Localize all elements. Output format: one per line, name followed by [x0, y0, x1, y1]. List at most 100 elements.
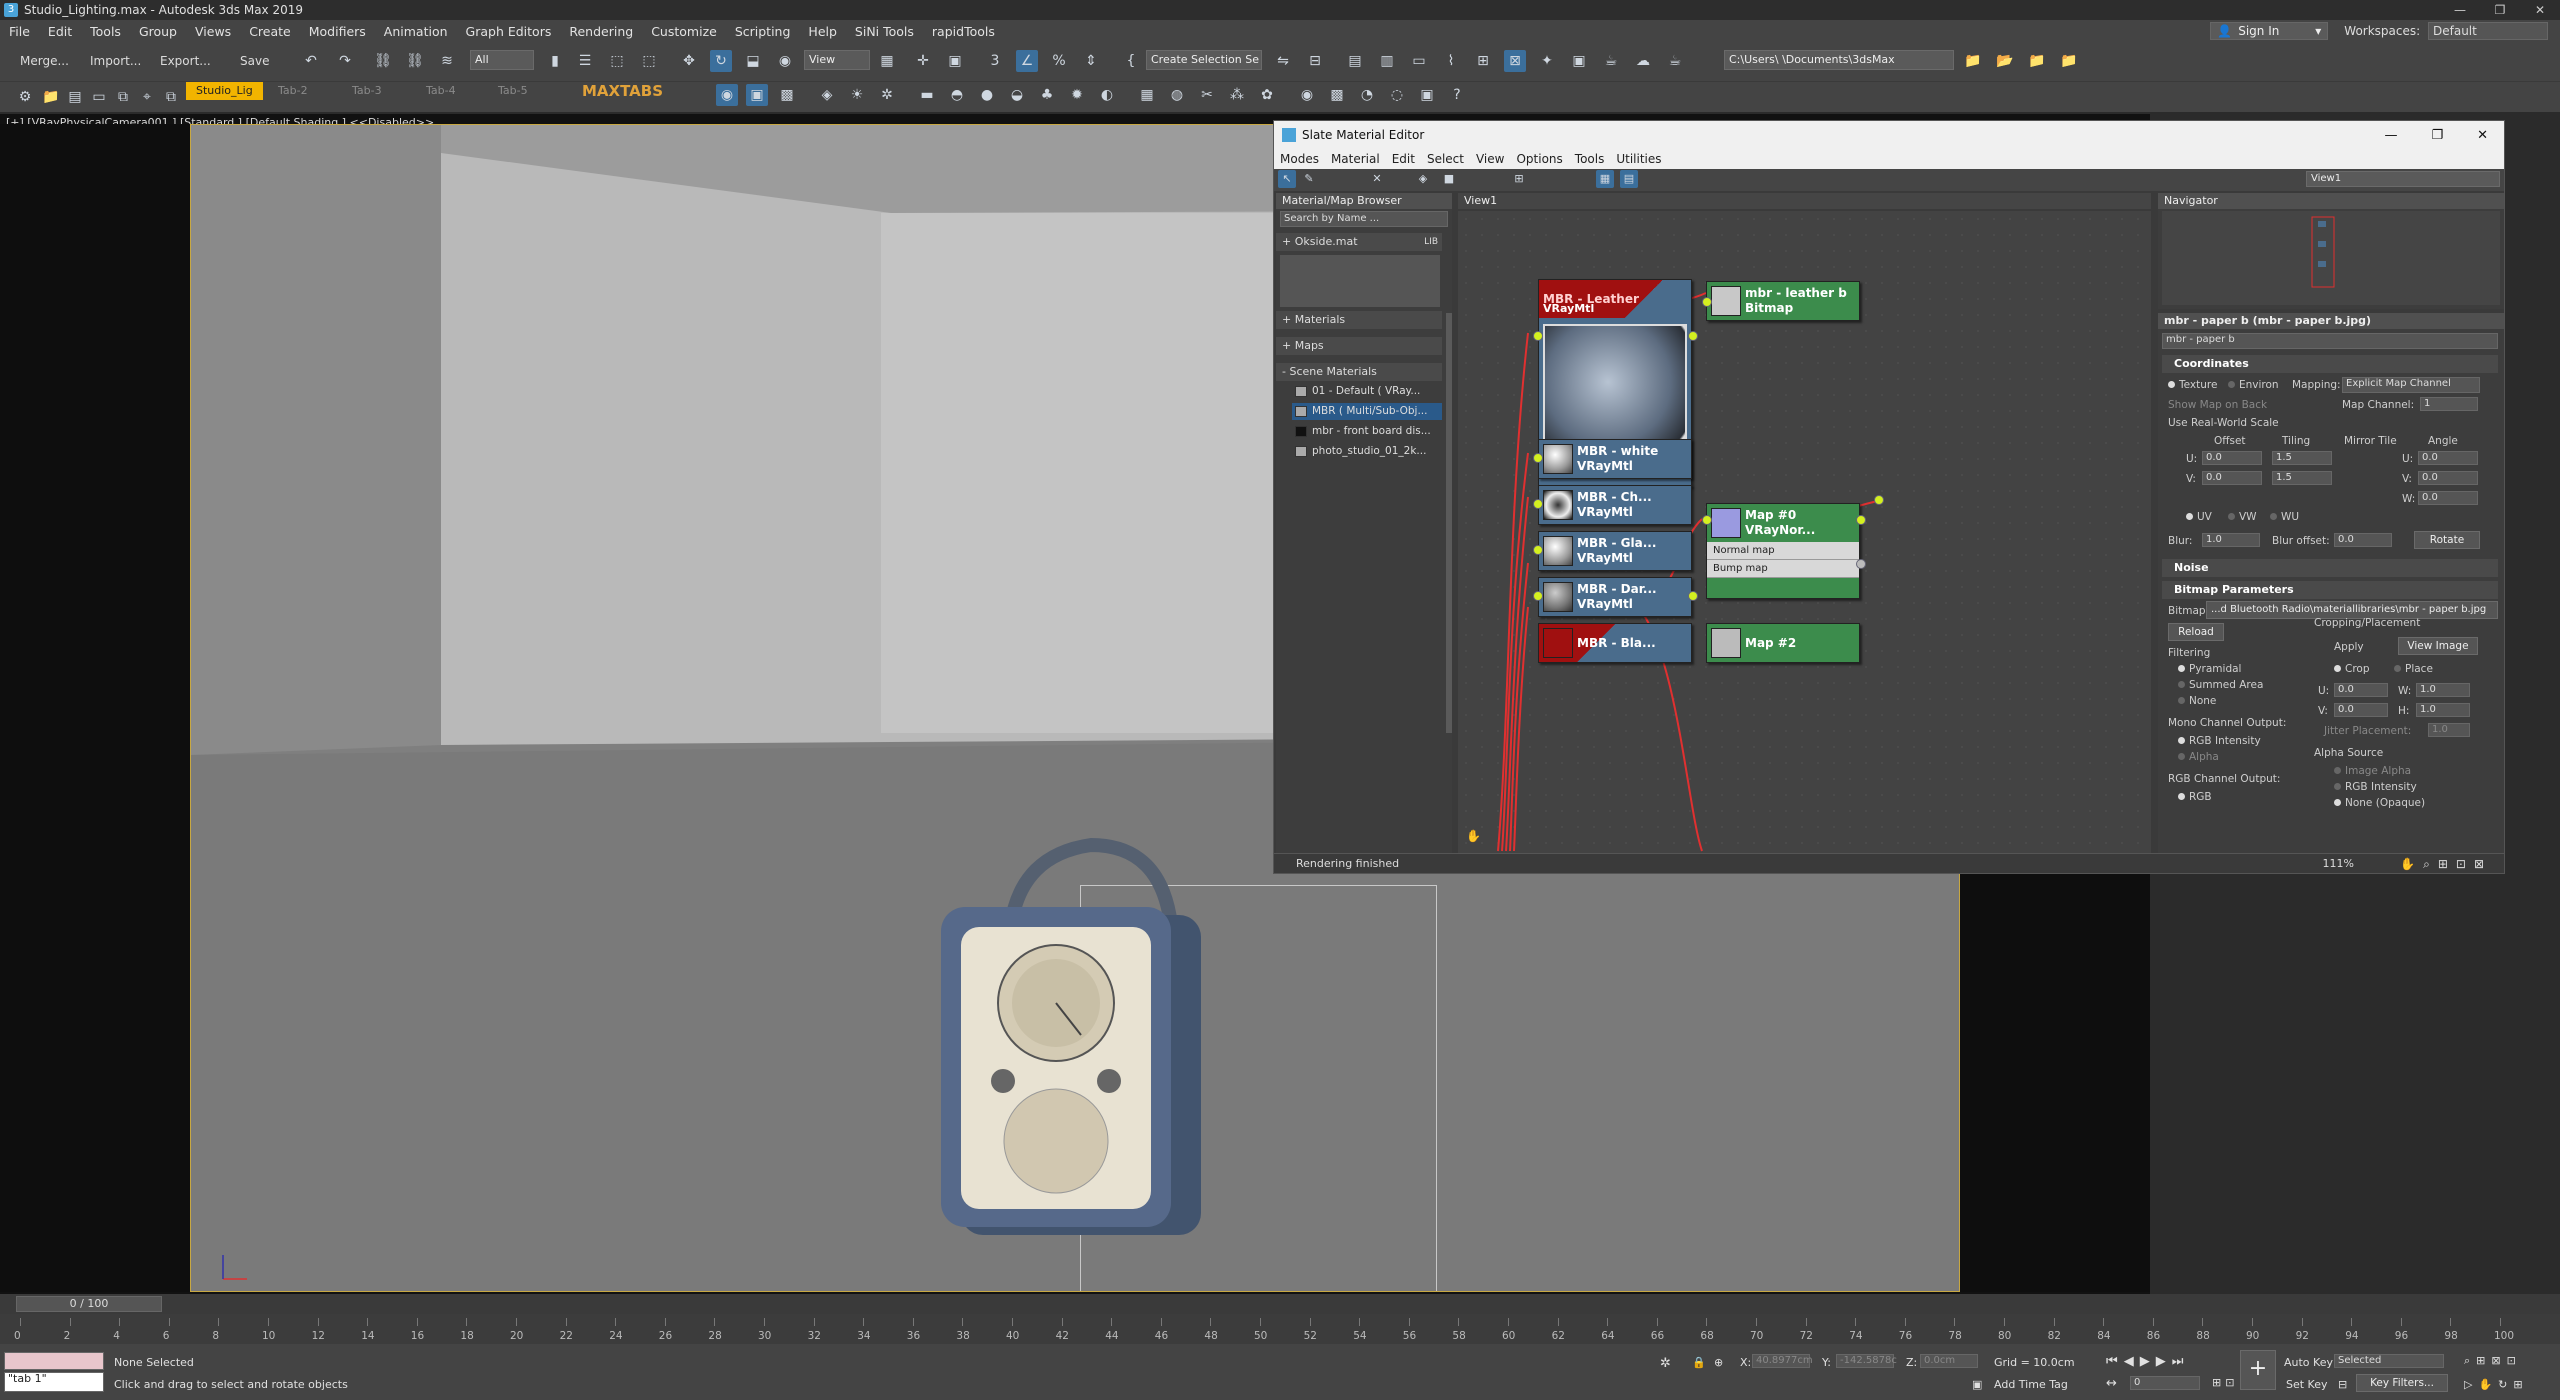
vray-sun2-icon[interactable]: ✹ — [1066, 84, 1088, 106]
vray-fog-icon[interactable]: ◌ — [1386, 84, 1408, 106]
move-icon[interactable]: ✥ — [678, 50, 700, 72]
none-radio[interactable]: None — [2178, 695, 2216, 707]
bump-input-socket[interactable] — [1856, 559, 1866, 569]
layers-icon[interactable]: ▤ — [64, 86, 86, 108]
jitter-input[interactable]: 1.0 — [2428, 723, 2470, 737]
vray-decal-icon[interactable]: ◍ — [1166, 84, 1188, 106]
input-socket[interactable] — [1533, 499, 1543, 509]
menu-customize[interactable]: Customize — [642, 24, 726, 39]
output-socket[interactable] — [1688, 331, 1698, 341]
menu-edit[interactable]: Edit — [39, 24, 81, 39]
menu-create[interactable]: Create — [240, 24, 300, 39]
schematic-view-icon[interactable]: ⊞ — [1472, 50, 1494, 72]
menu-tools[interactable]: Tools — [81, 24, 130, 39]
materials-group[interactable]: + Materials — [1276, 311, 1442, 329]
slate-menu-modes[interactable]: Modes — [1274, 152, 1325, 166]
scale-icon[interactable]: ⬓ — [742, 50, 764, 72]
tab-5[interactable]: Tab-5 — [488, 82, 538, 100]
select-by-name-icon[interactable]: ☰ — [574, 50, 596, 72]
map-channel-input[interactable]: 1 — [2420, 397, 2478, 411]
curve-editor-icon[interactable]: ⌇ — [1440, 50, 1462, 72]
archive-folder-icon[interactable]: 📁 — [2058, 50, 2080, 72]
key-mode-icon[interactable]: ↔ — [2106, 1376, 2117, 1391]
wu-radio[interactable]: WU — [2270, 511, 2299, 523]
export-button[interactable]: Export... — [160, 54, 211, 68]
maximize-button[interactable]: ❐ — [2480, 0, 2520, 20]
scene-material-item[interactable]: photo_studio_01_2k... — [1292, 443, 1442, 460]
menu-rapidtools[interactable]: rapidTools — [923, 24, 1004, 39]
slate-maximize-button[interactable]: ❐ — [2431, 128, 2443, 143]
input-socket[interactable] — [1702, 297, 1712, 307]
track-bar[interactable] — [0, 1314, 2560, 1344]
pyramidal-radio[interactable]: Pyramidal — [2178, 663, 2241, 675]
node-leather-bitmap[interactable]: mbr - leather b Bitmap — [1706, 281, 1860, 321]
project-folder-icon[interactable]: 📁 — [1962, 50, 1984, 72]
show-map-icon[interactable]: ◈ — [1414, 170, 1432, 188]
help-icon[interactable]: ? — [1446, 84, 1468, 106]
maxscript-listener-input[interactable]: "tab 1" — [4, 1372, 104, 1392]
input-socket[interactable] — [1533, 545, 1543, 555]
select-manipulate-icon[interactable]: ✛ — [912, 50, 934, 72]
okside-library[interactable]: + Okside.mat LIB — [1276, 233, 1442, 251]
set-key-plus-button[interactable]: + — [2240, 1350, 2276, 1390]
vray-clipper-icon[interactable]: ✂ — [1196, 84, 1218, 106]
gear-icon[interactable]: ⚙ — [14, 86, 36, 108]
pan-hand-icon[interactable]: ✋ — [1466, 829, 1481, 843]
rgb-radio[interactable]: RGB — [2178, 791, 2212, 803]
layer-explorer-icon[interactable]: ▥ — [1376, 50, 1398, 72]
input-socket[interactable] — [1533, 453, 1543, 463]
render-production-icon[interactable]: ☕ — [1600, 50, 1622, 72]
vray-proxy-icon[interactable]: ▦ — [1136, 84, 1158, 106]
input-socket[interactable] — [1533, 591, 1543, 601]
edit-named-selection-icon[interactable]: { — [1120, 50, 1142, 72]
coordinates-rollout[interactable]: Coordinates — [2162, 355, 2498, 373]
z-coordinate[interactable]: 0.0cm — [1920, 1354, 1978, 1368]
node-mbr-black[interactable]: MBR - Bla... — [1538, 623, 1692, 663]
set-key-button[interactable]: Set Key — [2286, 1378, 2328, 1391]
folder-icon[interactable]: 📁 — [40, 86, 62, 108]
input-socket[interactable] — [1533, 331, 1543, 341]
tab-2[interactable]: Tab-2 — [268, 82, 318, 100]
reload-button[interactable]: Reload — [2168, 623, 2224, 641]
snaps-toggle-icon[interactable]: 3 — [984, 50, 1006, 72]
close-button[interactable]: ✕ — [2520, 0, 2560, 20]
pick-material-icon[interactable]: ✎ — [1300, 170, 1318, 188]
tab-studio-lig[interactable]: Studio_Lig — [186, 82, 263, 100]
v-tiling-input[interactable]: 1.5 — [2272, 471, 2332, 485]
environ-radio[interactable]: Environ — [2228, 379, 2279, 391]
vray-dome-icon[interactable]: ◓ — [946, 84, 968, 106]
pivot-center-icon[interactable]: ▦ — [876, 50, 898, 72]
copy-icon[interactable]: ⧉ — [112, 86, 134, 108]
slate-menu-material[interactable]: Material — [1325, 152, 1386, 166]
workspace-dropdown[interactable]: Default — [2428, 22, 2548, 40]
real-world-scale-checkbox[interactable]: Use Real-World Scale — [2168, 417, 2279, 429]
vray-mesh-icon[interactable]: ◒ — [1006, 84, 1028, 106]
menu-file[interactable]: File — [0, 24, 39, 39]
current-frame-input[interactable]: 0 — [2130, 1376, 2200, 1390]
angle-snap-icon[interactable]: ∠ — [1016, 50, 1038, 72]
link-icon[interactable]: ⛓ — [372, 50, 394, 72]
rotate-icon[interactable]: ↻ — [710, 50, 732, 72]
vray-sphere-icon[interactable]: ● — [976, 84, 998, 106]
menu-modifiers[interactable]: Modifiers — [300, 24, 375, 39]
angle-u-input[interactable]: 0.0 — [2418, 451, 2478, 465]
named-selection-dropdown[interactable]: Create Selection Se — [1146, 50, 1262, 70]
menu-graph-editors[interactable]: Graph Editors — [457, 24, 561, 39]
time-config-icon[interactable]: ⊞⊡ — [2212, 1376, 2238, 1389]
time-slider[interactable]: 0 / 100 — [16, 1296, 162, 1312]
render-activeshade-icon[interactable]: ☕ — [1664, 50, 1686, 72]
place-radio[interactable]: Place — [2394, 663, 2433, 675]
lock-icon[interactable]: 🔒 — [1692, 1356, 1706, 1369]
vray-sun-icon[interactable]: ☀ — [846, 84, 868, 106]
vray-ambient-icon[interactable]: ◐ — [1096, 84, 1118, 106]
slate-minimize-button[interactable]: — — [2384, 128, 2397, 143]
vray-light-icon[interactable]: ◈ — [816, 84, 838, 106]
add-time-tag[interactable]: Add Time Tag — [1994, 1378, 2068, 1391]
toggle-ribbon-icon[interactable]: ▭ — [1408, 50, 1430, 72]
menu-views[interactable]: Views — [186, 24, 240, 39]
crop-radio[interactable]: Crop — [2334, 663, 2370, 675]
blur-input[interactable]: 1.0 — [2202, 533, 2260, 547]
crop-w-input[interactable]: 1.0 — [2416, 683, 2470, 697]
key-filter-icon[interactable]: ⊟ — [2338, 1378, 2347, 1391]
navigation-icons[interactable]: ✋⌕⊞⊡⊠ — [2400, 854, 2492, 874]
